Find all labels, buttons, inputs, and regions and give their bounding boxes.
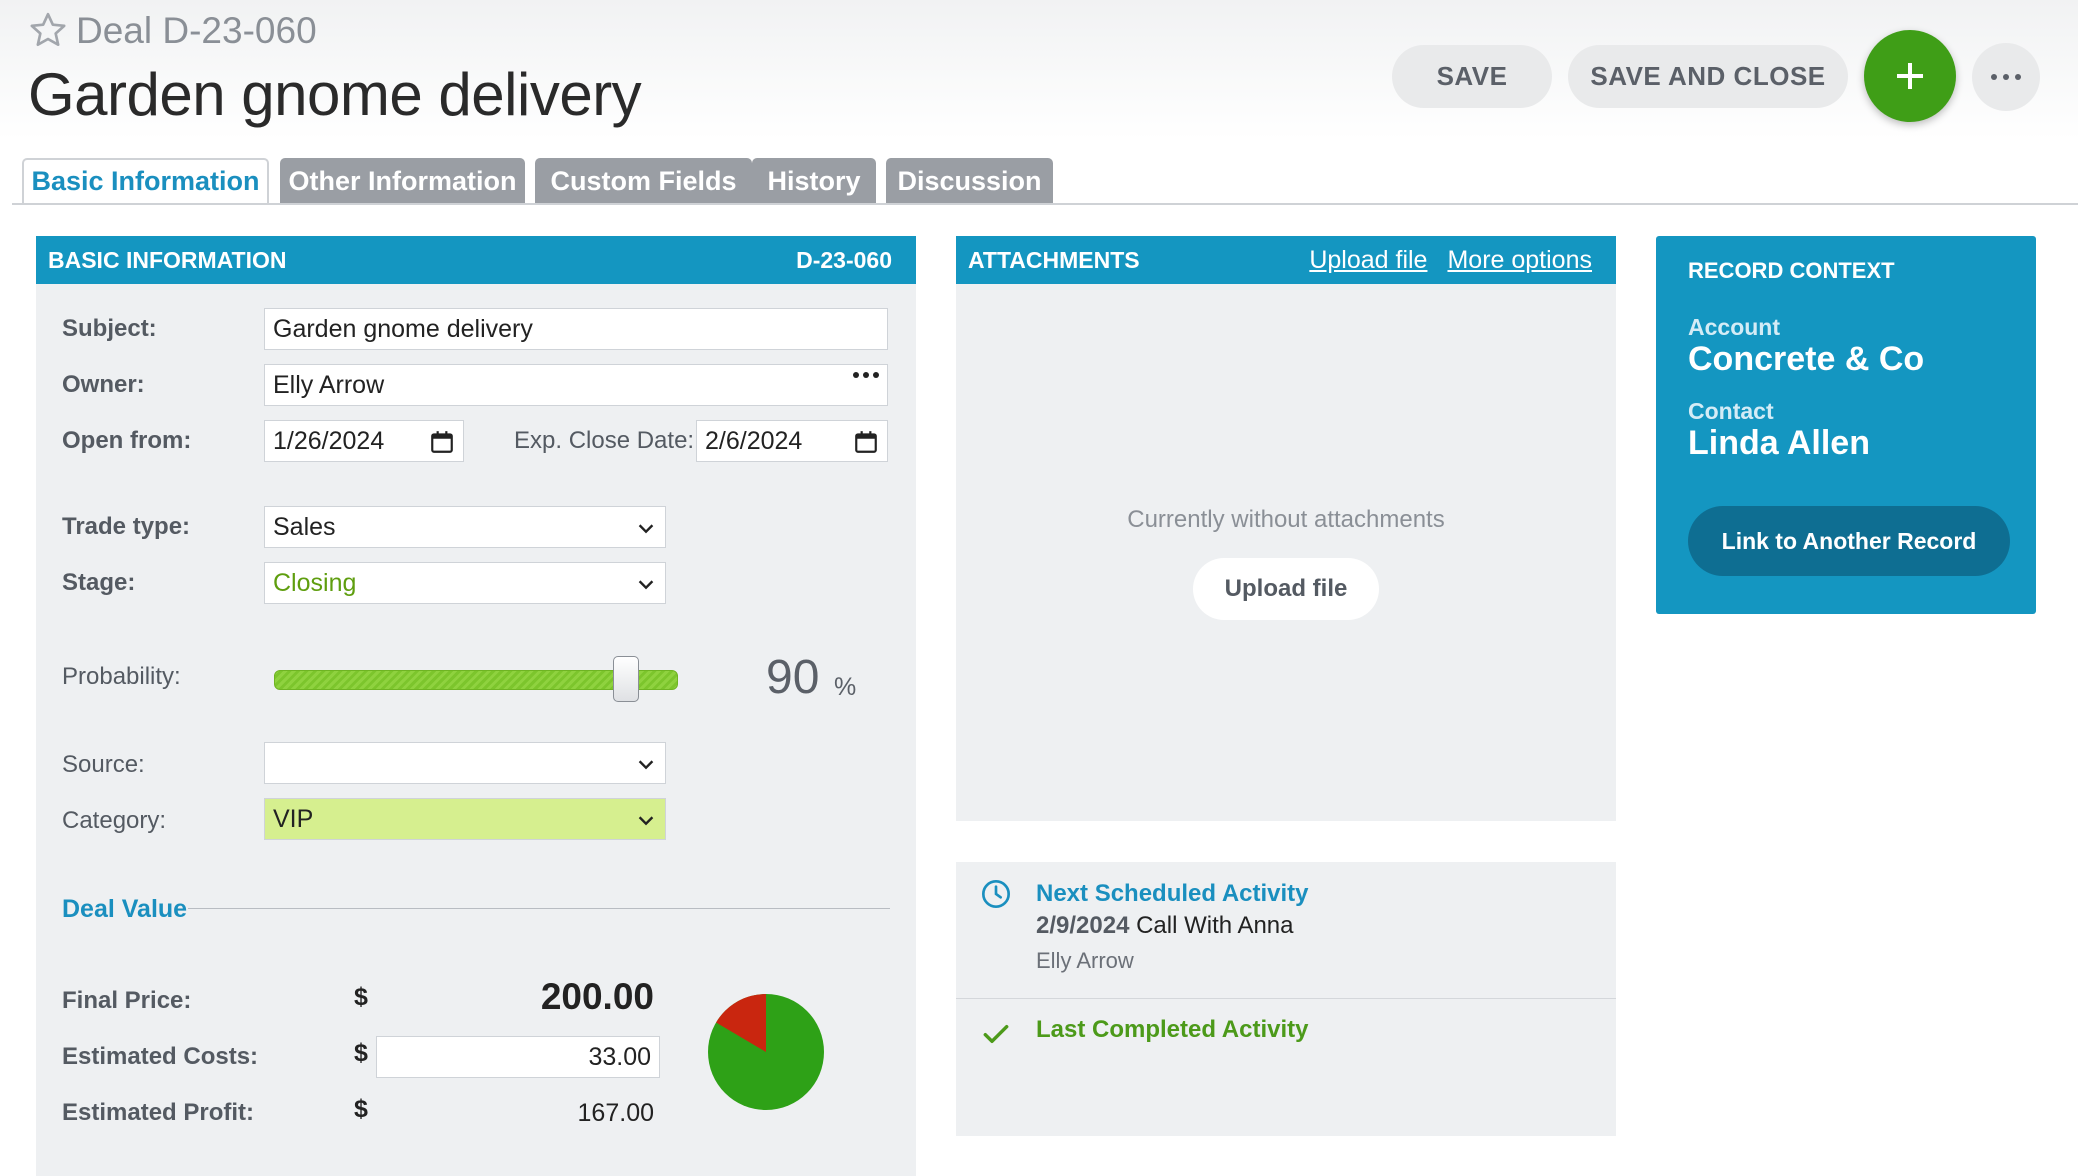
contact-value[interactable]: Linda Allen (1688, 424, 1870, 463)
tab-history[interactable]: History (752, 158, 876, 204)
last-activity-title[interactable]: Last Completed Activity (1036, 1016, 1309, 1044)
attachments-title: ATTACHMENTS (968, 246, 1140, 273)
contact-label: Contact (1688, 398, 1774, 424)
more-options-link[interactable]: More options (1447, 246, 1592, 275)
more-actions-button[interactable] (1972, 43, 2040, 111)
deal-number: D-23-060 (162, 10, 317, 51)
estimated-profit-currency: $ (354, 1095, 368, 1123)
record-context-panel: RECORD CONTEXT Account Concrete & Co Con… (1656, 236, 2036, 614)
trade-type-select[interactable]: Sales (264, 506, 666, 548)
open-from-value: 1/26/2024 (273, 426, 385, 455)
basic-information-header: BASIC INFORMATION D-23-060 (36, 236, 916, 284)
account-value[interactable]: Concrete & Co (1688, 340, 1924, 379)
page-title: Garden gnome delivery (28, 61, 642, 128)
deal-id-label: Deal D-23-060 (76, 10, 317, 52)
probability-value: 90 (766, 651, 820, 704)
check-icon (983, 1024, 1009, 1044)
owner-lookup-icon[interactable] (853, 372, 879, 378)
estimated-profit-label: Estimated Profit: (62, 1099, 255, 1126)
probability-unit: % (834, 673, 857, 701)
clock-icon (982, 880, 1010, 908)
category-value: VIP (273, 804, 314, 833)
add-button[interactable] (1864, 30, 1956, 122)
plus-icon (1897, 63, 1923, 89)
ellipsis-dot (2003, 74, 2009, 80)
subject-value: Garden gnome delivery (273, 314, 533, 343)
stage-value: Closing (273, 568, 357, 597)
record-context-title: RECORD CONTEXT (1688, 258, 1895, 283)
calendar-icon[interactable] (853, 429, 879, 455)
ellipsis-dot (2015, 74, 2021, 80)
stage-label: Stage: (62, 569, 136, 596)
trade-type-value: Sales (273, 512, 336, 541)
exp-close-date-value: 2/6/2024 (705, 426, 803, 455)
subject-input[interactable]: Garden gnome delivery (264, 308, 888, 350)
estimated-costs-currency: $ (354, 1039, 368, 1067)
deal-value-heading: Deal Value (62, 895, 188, 923)
tab-other-information[interactable]: Other Information (280, 158, 525, 204)
tabs-divider (12, 203, 2078, 205)
ellipsis-icon (1991, 74, 1997, 80)
stage-select[interactable]: Closing (264, 562, 666, 604)
account-label: Account (1688, 314, 1780, 340)
probability-label: Probability: (62, 663, 181, 690)
tab-basic-information[interactable]: Basic Information (22, 158, 269, 205)
open-from-input[interactable]: 1/26/2024 (264, 420, 464, 462)
tab-discussion[interactable]: Discussion (886, 158, 1053, 204)
source-select[interactable] (264, 742, 666, 784)
open-from-label: Open from: (62, 427, 192, 454)
save-button[interactable]: SAVE (1392, 45, 1552, 108)
next-activity-name: Call With Anna (1136, 912, 1294, 939)
final-price-value: 200.00 (540, 976, 654, 1017)
final-price-currency: $ (354, 983, 368, 1011)
activities-panel: Next Scheduled Activity 2/9/2024 Call Wi… (956, 862, 1616, 1136)
link-to-another-record-button[interactable]: Link to Another Record (1688, 506, 2010, 576)
estimated-costs-label: Estimated Costs: (62, 1043, 259, 1070)
chevron-down-icon (638, 524, 654, 534)
category-select[interactable]: VIP (264, 798, 666, 840)
deal-prefix: Deal (76, 10, 153, 51)
exp-close-date-label: Exp. Close Date: (514, 427, 695, 454)
owner-value: Elly Arrow (273, 370, 385, 399)
upload-file-button[interactable]: Upload file (1193, 558, 1379, 620)
chevron-down-icon (638, 580, 654, 590)
deal-value-pie (708, 994, 824, 1110)
category-label: Category: (62, 807, 167, 834)
estimated-costs-input[interactable]: 33.00 (376, 1036, 660, 1078)
next-activity-summary[interactable]: 2/9/2024 Call With Anna (1036, 912, 1294, 940)
attachments-header: ATTACHMENTS Upload file More options (956, 236, 1616, 284)
save-and-close-button[interactable]: SAVE AND CLOSE (1568, 45, 1848, 108)
estimated-profit-value: 167.00 (577, 1099, 654, 1127)
trade-type-label: Trade type: (62, 513, 191, 540)
estimated-costs-value: 33.00 (588, 1042, 651, 1071)
source-label: Source: (62, 751, 145, 778)
next-activity-owner: Elly Arrow (1036, 948, 1134, 973)
tab-custom-fields[interactable]: Custom Fields (535, 158, 752, 204)
owner-label: Owner: (62, 371, 145, 398)
basic-information-title: BASIC INFORMATION (48, 246, 287, 273)
final-price-label: Final Price: (62, 987, 192, 1014)
owner-input[interactable]: Elly Arrow (264, 364, 888, 406)
chevron-down-icon (638, 760, 654, 770)
chevron-down-icon (638, 816, 654, 826)
subject-label: Subject: (62, 315, 157, 342)
next-activity-title[interactable]: Next Scheduled Activity (1036, 880, 1309, 908)
next-activity-date: 2/9/2024 (1036, 912, 1130, 939)
probability-slider-handle[interactable] (612, 656, 639, 702)
upload-file-link[interactable]: Upload file (1309, 246, 1427, 275)
attachments-panel: ATTACHMENTS Upload file More options Cur… (956, 236, 1616, 821)
no-attachments-text: Currently without attachments (1127, 506, 1445, 533)
star-icon[interactable] (28, 10, 68, 50)
calendar-icon[interactable] (429, 429, 455, 455)
deal-value-divider (188, 908, 890, 909)
record-id: D-23-060 (796, 246, 892, 273)
exp-close-date-input[interactable]: 2/6/2024 (696, 420, 888, 462)
activities-divider (956, 998, 1616, 999)
